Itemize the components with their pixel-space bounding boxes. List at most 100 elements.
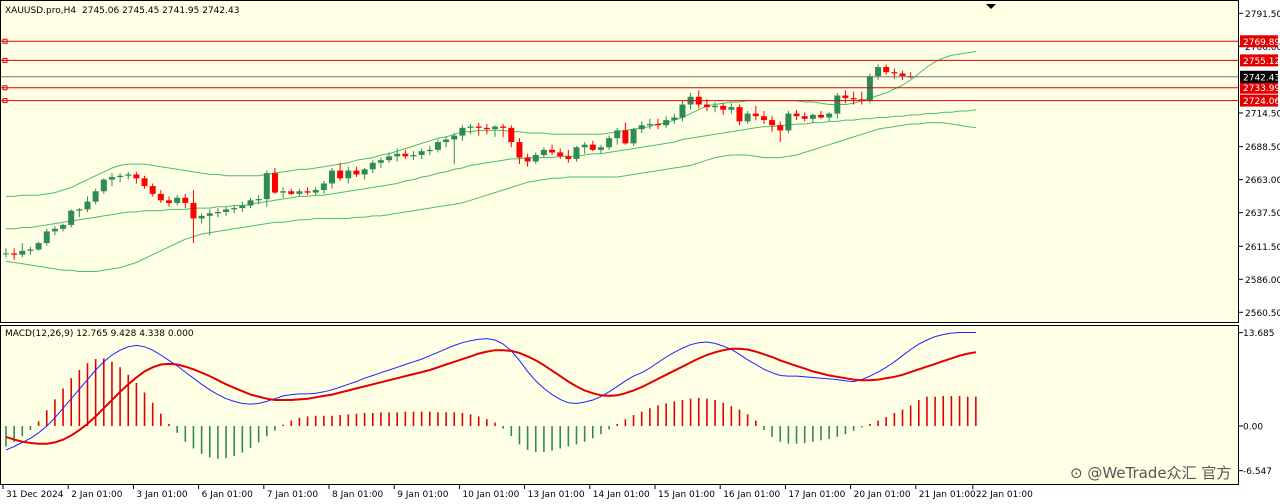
candle-body: [108, 177, 115, 180]
candle-body: [769, 120, 776, 126]
price-axis[interactable]: 2791.502766.002714.502688.502663.002637.…: [1239, 0, 1280, 325]
candle-body: [850, 98, 857, 100]
candle-body: [198, 215, 205, 219]
macd-tick-label: 0.00: [1243, 422, 1263, 432]
time-tick-label: 13 Jan 01:00: [528, 490, 585, 500]
candle-body: [60, 224, 67, 229]
candle-body: [223, 209, 230, 212]
candle-body: [443, 139, 450, 143]
candle-body: [475, 126, 482, 128]
candle-body: [744, 113, 751, 122]
price-panel-background: [0, 0, 1239, 323]
candle-body: [646, 123, 653, 126]
candle-body: [182, 197, 189, 203]
level-tag-label: 2769.89: [1243, 38, 1280, 48]
time-tick-label: 2 Jan 01:00: [71, 490, 123, 500]
price-panel: XAUUSD.pro,H4 2745.06 2745.45 2741.95 27…: [0, 0, 1239, 323]
macd-panel-background: [0, 325, 1239, 485]
candle[interactable]: [785, 111, 792, 134]
candle-body: [11, 253, 18, 255]
level-tag-label: 2724.06: [1243, 97, 1280, 107]
time-tick-label: 31 Dec 2024: [6, 490, 64, 500]
candle-body: [565, 156, 572, 159]
chart-canvas: XAUUSD.pro,H4 2745.06 2745.45 2741.95 27…: [0, 0, 1280, 504]
candle-body: [394, 153, 401, 157]
level-tag-label: 2733.99: [1243, 84, 1280, 94]
candle-body: [809, 114, 816, 119]
candle-body: [777, 125, 784, 131]
candle-body: [27, 249, 34, 251]
candle-body: [92, 191, 99, 202]
candle-body: [573, 147, 580, 159]
candle-body: [320, 183, 327, 190]
candle-body: [369, 162, 376, 170]
price-level-tags: 2769.89 2755.12 2733.99 2724.06 2742.43: [1240, 35, 1280, 107]
candle-body: [434, 142, 441, 150]
candle-body: [532, 155, 539, 162]
candle-body: [174, 197, 181, 203]
candle-body: [410, 155, 417, 157]
time-tick-label: 16 Jan 01:00: [723, 490, 780, 500]
time-tick-label: 14 Jan 01:00: [593, 490, 650, 500]
candle-body: [19, 250, 26, 255]
candle-body: [337, 170, 344, 179]
candle-body: [801, 116, 808, 119]
current-price-label: 2742.43: [1243, 73, 1280, 83]
macd-axis-background: [1239, 325, 1280, 485]
candle-body: [263, 173, 270, 200]
candle-body: [141, 178, 148, 187]
time-tick-label: 15 Jan 01:00: [658, 490, 715, 500]
price-tick-label: 2688.50: [1245, 143, 1280, 153]
candle-body: [296, 191, 303, 194]
candle-body: [500, 126, 507, 128]
candle-body: [524, 157, 531, 162]
candle-body: [508, 127, 515, 143]
candle-body: [630, 129, 637, 144]
candle-body: [467, 126, 474, 128]
candle-body: [679, 104, 686, 118]
level-tag-label: 2755.12: [1243, 57, 1280, 67]
price-tick-label: 2714.50: [1245, 109, 1280, 119]
price-tick-label: 2637.50: [1245, 209, 1280, 219]
candle-body: [818, 114, 824, 118]
time-tick-label: 6 Jan 01:00: [202, 490, 254, 500]
candle-body: [597, 147, 604, 150]
candle-body: [377, 160, 384, 163]
time-axis[interactable]: 31 Dec 2024 2 Jan 01:00 3 Jan 01:00 6 Jan 0…: [0, 485, 1280, 504]
candle-body: [549, 149, 556, 153]
candle-body: [834, 95, 841, 114]
candle[interactable]: [630, 127, 637, 146]
candle-body: [752, 113, 759, 117]
candle[interactable]: [866, 73, 873, 104]
candle[interactable]: [68, 209, 75, 228]
candle-body: [231, 208, 238, 210]
macd-label: MACD(12,26,9) 12.765 9.428 4.338 0.000: [5, 329, 194, 339]
candle-body: [703, 104, 710, 108]
candle-body: [655, 123, 661, 126]
candle-body: [712, 105, 719, 108]
candle[interactable]: [35, 241, 42, 251]
candle-body: [68, 210, 75, 225]
candle-body: [516, 142, 523, 158]
candle-body: [899, 73, 906, 77]
price-tick-label: 2560.50: [1245, 309, 1280, 319]
candle-body: [361, 169, 368, 175]
candle-body: [793, 113, 800, 117]
time-tick-label: 10 Jan 01:00: [462, 490, 519, 500]
macd-axis[interactable]: 13.685 0.00 -6.547: [1239, 325, 1280, 485]
candle-body: [736, 107, 743, 122]
time-tick-label: 22 Jan 01:00: [976, 490, 1033, 500]
candle-body: [329, 170, 335, 184]
ohlc-readout: 2745.06 2745.45 2741.95 2742.43: [82, 6, 239, 16]
price-header: XAUUSD.pro,H4 2745.06 2745.45 2741.95 27…: [5, 6, 239, 16]
time-tick-label: 8 Jan 01:00: [332, 490, 384, 500]
candle-body: [451, 135, 458, 140]
candle-body: [100, 179, 107, 192]
time-tick-label: 7 Jan 01:00: [267, 490, 319, 500]
candle-body: [271, 173, 278, 193]
candle-body: [426, 149, 433, 152]
candle-body: [557, 152, 564, 157]
candle-body: [288, 191, 295, 194]
candle-body: [614, 130, 621, 139]
candle-body: [728, 107, 735, 110]
